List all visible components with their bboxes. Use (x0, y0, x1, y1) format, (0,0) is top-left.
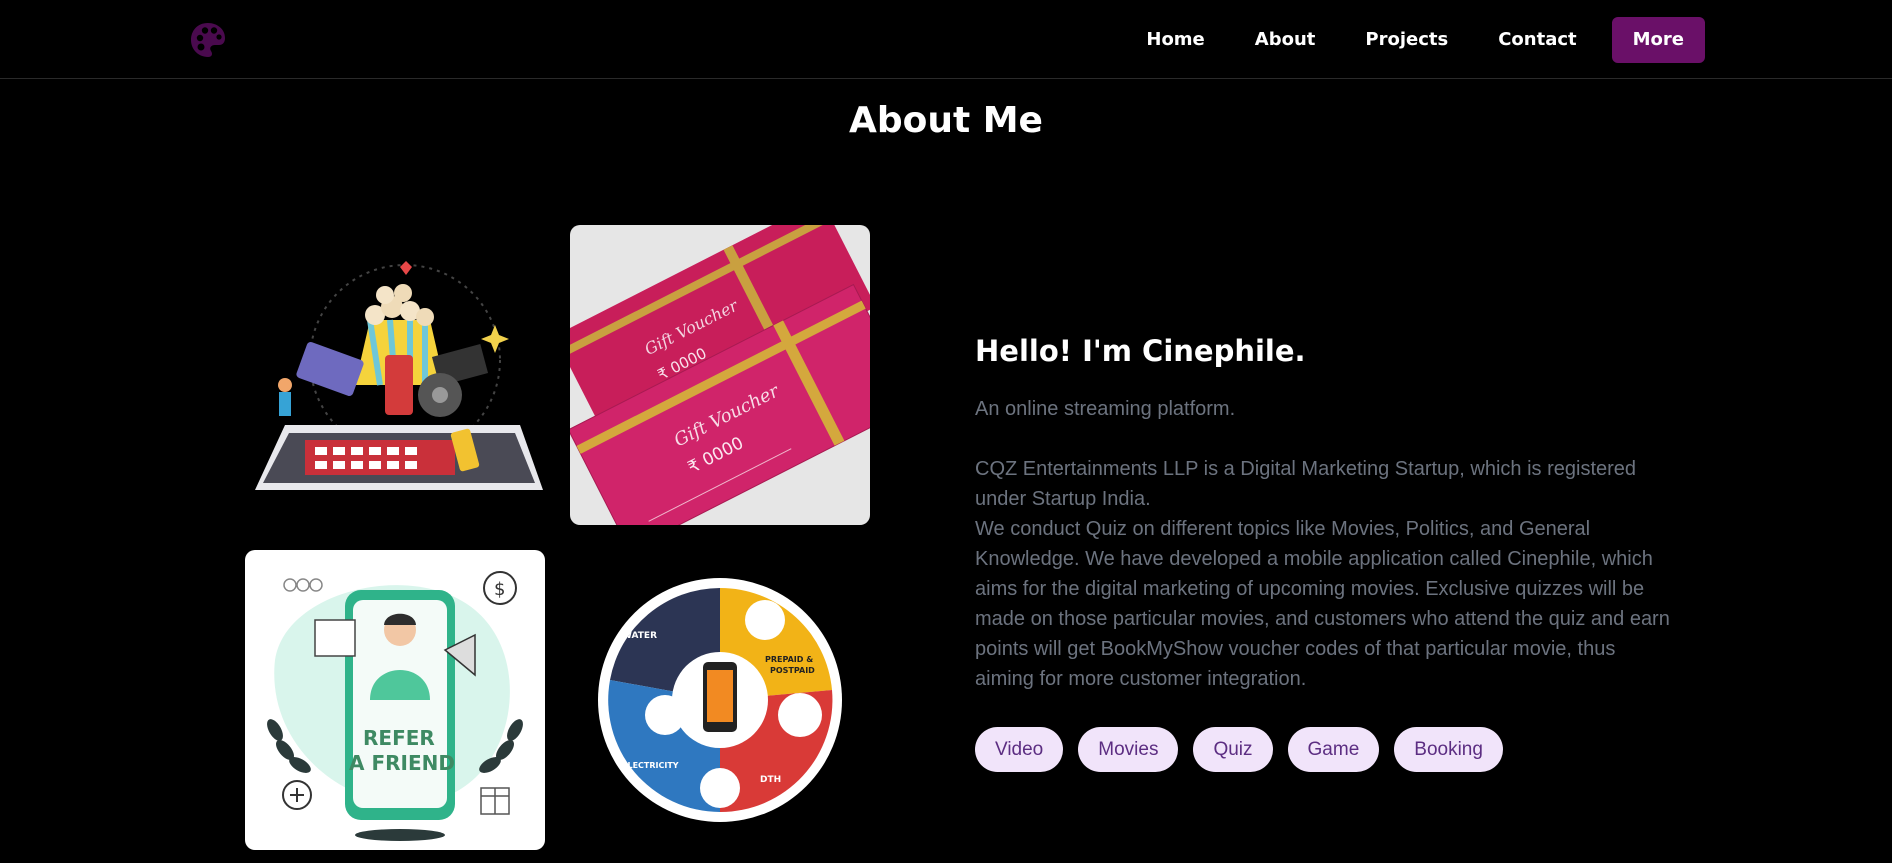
tag-game[interactable]: Game (1287, 727, 1380, 772)
page-title: About Me (849, 100, 1043, 141)
main-nav: Home About Projects Contact More (1121, 17, 1705, 63)
about-heading: Hello! I'm Cinephile. (975, 334, 1306, 368)
tag-booking[interactable]: Booking (1394, 727, 1503, 772)
navbar: Home About Projects Contact More (0, 0, 1892, 79)
nav-contact-link[interactable]: Contact (1473, 17, 1601, 63)
about-tagline: An online streaming platform. (975, 398, 1236, 420)
about-description-2: We conduct Quiz on different topics like… (975, 518, 1670, 690)
recharge-services-image: WATER PREPAID & POSTPAID ELECTRICITY DTH (570, 550, 870, 850)
svg-text:DTH: DTH (760, 775, 781, 785)
tag-movies[interactable]: Movies (1078, 727, 1179, 772)
refer-friend-image: $ REFER A FRIEND (245, 550, 545, 850)
gift-voucher-image: Gift Voucher ₹ 0000 Gift Voucher ₹ 0000 (570, 225, 870, 525)
svg-text:A FRIEND: A FRIEND (349, 751, 455, 775)
svg-text:ELECTRICITY: ELECTRICITY (622, 761, 679, 770)
tag-quiz[interactable]: Quiz (1193, 727, 1273, 772)
about-description-1: CQZ Entertainments LLP is a Digital Mark… (975, 458, 1637, 510)
nav-about-link[interactable]: About (1230, 17, 1341, 63)
about-content: Hello! I'm Cinephile. An online streamin… (975, 334, 1675, 772)
tag-video[interactable]: Video (975, 727, 1064, 772)
nav-home-link[interactable]: Home (1121, 17, 1229, 63)
svg-text:PREPAID &: PREPAID & (765, 655, 813, 664)
nav-more-button[interactable]: More (1611, 17, 1705, 63)
svg-text:$: $ (494, 579, 505, 600)
svg-text:REFER: REFER (363, 726, 435, 750)
streaming-illustration-image (245, 225, 545, 525)
palette-logo-icon[interactable] (188, 20, 228, 60)
tag-list: Video Movies Quiz Game Booking (975, 727, 1675, 772)
nav-projects-link[interactable]: Projects (1340, 17, 1473, 63)
svg-text:POSTPAID: POSTPAID (770, 666, 815, 675)
svg-text:WATER: WATER (622, 631, 657, 641)
